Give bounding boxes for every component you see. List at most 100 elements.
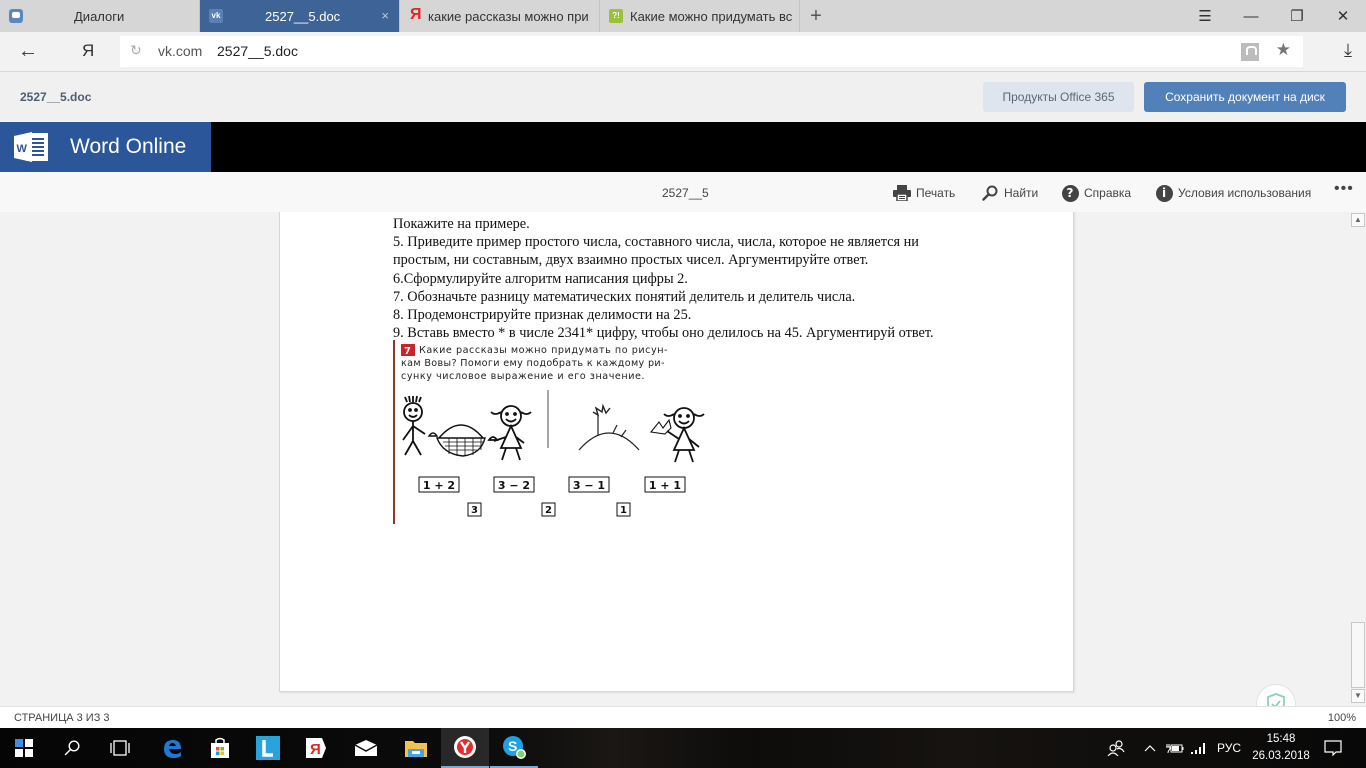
girl-with-flowers-drawing: [649, 407, 705, 463]
notification-icon: [1324, 740, 1342, 756]
close-window-button[interactable]: ✕: [1320, 0, 1366, 32]
back-arrow-icon[interactable]: ←: [18, 40, 38, 63]
svg-text:W: W: [17, 143, 28, 155]
edge-icon: [164, 740, 181, 758]
taskbar-store[interactable]: [196, 728, 244, 768]
windows-taskbar: Я S РУС 15:48 26.03.2018: [0, 728, 1366, 768]
find-label: Найти: [1004, 186, 1039, 200]
tab-document[interactable]: vk 2527__5.doc ×: [200, 0, 400, 32]
doc-line: 6.Сформулируйте алгоритм написания цифры…: [393, 270, 688, 287]
taskbar-file-explorer[interactable]: [392, 728, 440, 768]
taskbar-yandex[interactable]: Я: [292, 728, 340, 768]
tab-yandex-search[interactable]: Я какие рассказы можно при: [400, 0, 600, 32]
help-icon: ?: [1061, 184, 1079, 202]
task-view-button[interactable]: [96, 728, 144, 768]
folder-icon: [405, 741, 427, 757]
close-tab-icon[interactable]: ×: [381, 8, 389, 23]
task-text-line: сунку числовое выражение и его значение.: [401, 371, 645, 382]
clock-date: 26.03.2018: [1252, 750, 1310, 762]
task-text-line: Какие рассказы можно придумать по рисун-: [419, 345, 668, 356]
protect-lock-icon[interactable]: [1241, 43, 1259, 61]
printer-icon: [893, 184, 911, 202]
address-bar-row: ← Я ↻ vk.com 2527__5.doc ★ ⤓: [0, 32, 1366, 72]
tab-dialogs[interactable]: Диалоги: [0, 0, 200, 32]
language-indicator[interactable]: РУС: [1212, 728, 1246, 768]
print-label: Печать: [916, 186, 956, 200]
people-button[interactable]: [1104, 728, 1128, 768]
yandex-home-icon[interactable]: Я: [82, 41, 94, 61]
help-button[interactable]: ? Справка: [1061, 184, 1131, 202]
taskbar-edge[interactable]: [148, 728, 196, 768]
minimize-button[interactable]: —: [1228, 0, 1274, 32]
action-center-button[interactable]: [1318, 728, 1348, 768]
task-number: 7: [404, 346, 411, 357]
task-text-line: кам Вовы? Помоги ему подобрать к каждому…: [401, 358, 665, 369]
restore-button[interactable]: ❐: [1274, 0, 1320, 32]
reload-icon[interactable]: ↻: [130, 42, 142, 59]
doc-line: 7. Обозначьте разницу математических пон…: [393, 288, 856, 305]
chevron-up-icon: [1144, 745, 1156, 752]
doc-line: 8. Продемонстрируйте признак делимости н…: [393, 307, 692, 324]
svg-text:Я: Я: [310, 741, 321, 758]
windows-start-icon: [15, 739, 33, 757]
scroll-down-button[interactable]: ▼: [1351, 689, 1365, 703]
show-hidden-icons-button[interactable]: [1140, 728, 1160, 768]
document-text: Покажите на примере. 5. Приведите пример…: [393, 215, 1033, 361]
expression-label: 3 − 1: [573, 479, 605, 492]
status-bar: СТРАНИЦА 3 ИЗ 3 100%: [0, 706, 1366, 728]
taskbar-yandex-browser[interactable]: [441, 728, 489, 768]
network-button[interactable]: [1188, 728, 1210, 768]
browser-menu-icon[interactable]: ☰: [1182, 0, 1228, 32]
window-controls: ☰ — ❐ ✕: [1182, 0, 1366, 32]
office-products-button[interactable]: Продукты Office 365: [983, 82, 1134, 112]
yandex-browser-icon: [454, 736, 476, 758]
tab-label: 2527__5.doc: [265, 8, 341, 24]
boy-drawing: [402, 395, 426, 456]
doc-line: 5. Приведите пример простого числа, сост…: [393, 234, 919, 251]
word-online-title: Word Online: [70, 135, 187, 158]
tab-label: Какие можно придумать вс: [630, 8, 793, 24]
command-bar: 2527__5 Печать Найти ? Справка i Условия…: [0, 172, 1366, 212]
clock[interactable]: 15:48 26.03.2018: [1250, 731, 1312, 765]
search-button[interactable]: [48, 728, 96, 768]
new-tab-button[interactable]: +: [800, 0, 832, 32]
save-to-disk-button[interactable]: Сохранить документ на диск: [1144, 82, 1346, 112]
start-button[interactable]: [0, 728, 48, 768]
info-icon: i: [1155, 184, 1173, 202]
expression-label: 1 + 2: [423, 479, 455, 492]
l-app-icon: [256, 736, 280, 760]
basket-drawing: [427, 424, 486, 457]
word-brand[interactable]: W Word Online: [0, 122, 211, 172]
vk-messages-icon: [9, 9, 23, 23]
zoom-level[interactable]: 100%: [1328, 712, 1356, 724]
terms-of-use-button[interactable]: i Условия использования: [1155, 184, 1311, 202]
more-options-button[interactable]: •••: [1334, 180, 1354, 198]
bookmark-star-icon[interactable]: ★: [1276, 40, 1291, 60]
taskbar-skype[interactable]: S: [490, 728, 538, 768]
scroll-thumb[interactable]: [1351, 622, 1365, 688]
find-button[interactable]: Найти: [981, 184, 1038, 202]
skype-icon: S: [503, 736, 526, 759]
word-online-header: W Word Online: [0, 122, 1366, 172]
vk-icon: vk: [209, 9, 223, 23]
download-icon[interactable]: ⤓: [1344, 40, 1352, 61]
tab-answers[interactable]: ?! Какие можно придумать вс: [600, 0, 800, 32]
url-field[interactable]: ↻ vk.com 2527__5.doc ★: [120, 36, 1303, 67]
doc-line: простым, ни составным, двух взаимно прос…: [393, 252, 869, 269]
girl-drawing: [487, 405, 532, 461]
vertical-scrollbar[interactable]: ▲ ▼: [1350, 212, 1366, 706]
search-icon: [981, 184, 999, 202]
taskbar-l-app[interactable]: [244, 728, 292, 768]
print-button[interactable]: Печать: [893, 184, 955, 202]
battery-button[interactable]: [1164, 728, 1186, 768]
doc-name: 2527__5.doc: [20, 90, 92, 104]
document-page: Покажите на примере. 5. Приведите пример…: [279, 212, 1074, 692]
expression-label: 3 − 2: [498, 479, 530, 492]
store-icon: [211, 737, 229, 758]
expression-boxes: 1 + 2 3 − 2 3 − 1 1 + 1: [418, 476, 686, 493]
taskbar-mail[interactable]: [342, 728, 390, 768]
document-viewport: Покажите на примере. 5. Приведите пример…: [0, 212, 1350, 706]
figure-margin-line: [393, 340, 395, 524]
answers-site-icon: ?!: [609, 9, 623, 23]
scroll-up-button[interactable]: ▲: [1351, 213, 1365, 227]
